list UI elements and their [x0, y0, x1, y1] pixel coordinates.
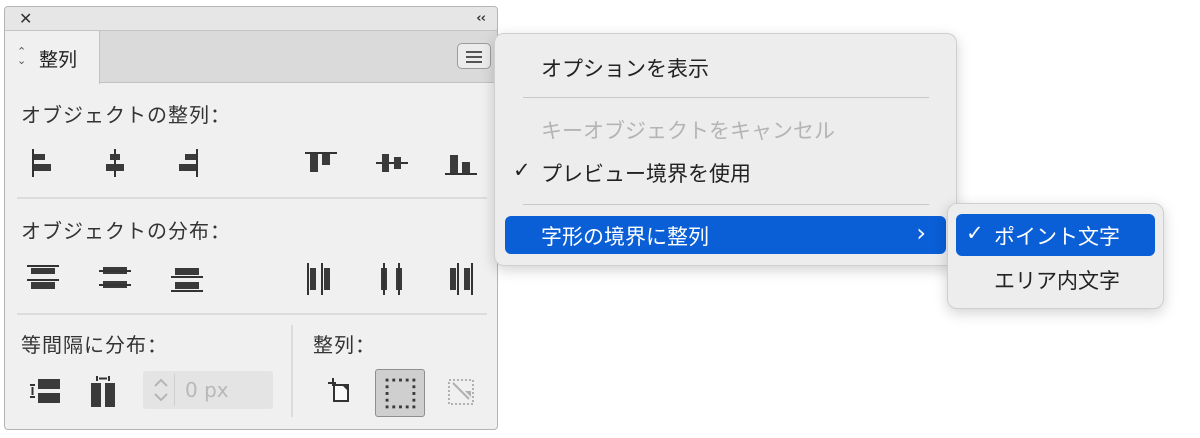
menu-separator — [523, 97, 929, 98]
align-to-key-object-button[interactable] — [375, 369, 425, 417]
align-vertical-center-icon — [376, 154, 408, 172]
align-panel: ✕ ‹‹ ⌃ ⌄ 整列 オブジェクトの整列： オブジェクトの分布： 等間隔に分布… — [4, 6, 498, 430]
chevron-right-icon: › — [916, 219, 926, 247]
distribute-right-button[interactable] — [441, 259, 481, 299]
distribute-bottom-icon — [171, 268, 203, 292]
align-to-artboard-button[interactable] — [319, 371, 359, 411]
horizontal-distribute-space-button[interactable] — [85, 373, 125, 413]
menu-item-align-glyph-bounds[interactable]: 字形の境界に整列 › — [505, 216, 946, 254]
horizontal-distribute-space-icon — [91, 376, 115, 407]
spacing-input[interactable]: 0 px — [143, 371, 273, 409]
panel-titlebar: ✕ ‹‹ — [5, 7, 497, 31]
menu-item-show-options[interactable]: オプションを表示 — [505, 48, 946, 86]
align-vertical-center-button[interactable] — [372, 143, 412, 183]
distribute-vertical-center-button[interactable] — [95, 259, 135, 299]
align-horizontal-center-button[interactable] — [95, 143, 135, 183]
align-to-selection-button[interactable] — [441, 371, 481, 411]
distribute-spacing-label: 等間隔に分布： — [21, 333, 168, 357]
distribute-right-icon — [450, 263, 473, 295]
key-object-icon — [385, 378, 416, 409]
align-bottom-icon — [445, 155, 477, 175]
align-objects-label: オブジェクトの整列： — [21, 103, 231, 127]
align-top-button[interactable] — [301, 143, 341, 183]
distribute-horizontal-center-icon — [381, 263, 402, 295]
distribute-objects-label: オブジェクトの分布： — [21, 219, 231, 243]
collapse-panel-icon[interactable]: ‹‹ — [476, 10, 486, 28]
menu-item-label: キーオブジェクトをキャンセル — [541, 119, 835, 143]
glyph-bounds-submenu: ✓ ポイント文字 エリア内文字 — [947, 203, 1164, 309]
submenu-item-label: エリア内文字 — [994, 269, 1120, 293]
menu-item-label: オプションを表示 — [541, 57, 709, 81]
align-left-button[interactable] — [23, 143, 63, 183]
spacing-value: 0 px — [185, 378, 229, 402]
align-right-button[interactable] — [167, 143, 207, 183]
submenu-item-area-text[interactable]: エリア内文字 — [956, 258, 1155, 300]
distribute-top-icon — [27, 265, 59, 289]
panel-menu-button[interactable] — [457, 43, 491, 69]
vertical-divider — [291, 325, 293, 417]
align-to-artboard-icon — [328, 378, 349, 402]
tab-align[interactable]: ⌃ ⌄ 整列 — [5, 31, 100, 84]
align-to-label: 整列： — [313, 333, 376, 357]
stepper-arrows-icon — [154, 378, 168, 402]
align-bottom-button[interactable] — [441, 143, 481, 183]
submenu-item-label: ポイント文字 — [994, 225, 1120, 249]
spacing-stepper[interactable] — [147, 374, 175, 406]
menu-separator — [523, 204, 929, 205]
menu-item-cancel-key-object: キーオブジェクトをキャンセル — [505, 110, 946, 148]
menu-item-label: プレビュー境界を使用 — [541, 162, 751, 186]
distribute-top-button[interactable] — [23, 259, 63, 299]
distribute-vertical-center-icon — [99, 267, 131, 288]
align-top-icon — [305, 152, 337, 172]
tab-label: 整列 — [39, 49, 78, 71]
hamburger-icon — [466, 51, 482, 53]
align-left-icon — [32, 149, 51, 177]
distribute-left-button[interactable] — [301, 259, 341, 299]
submenu-item-point-text[interactable]: ✓ ポイント文字 — [956, 214, 1155, 256]
align-to-selection-icon — [448, 379, 474, 405]
section-divider — [17, 313, 487, 315]
menu-item-label: 字形の境界に整列 — [541, 225, 709, 249]
panel-options-menu: オプションを表示 キーオブジェクトをキャンセル ✓ プレビュー境界を使用 字形の… — [494, 33, 957, 266]
close-icon[interactable]: ✕ — [19, 10, 32, 28]
tab-expand-icon[interactable]: ⌃ ⌄ — [17, 46, 26, 66]
vertical-distribute-space-icon — [30, 379, 60, 403]
menu-item-use-preview-bounds[interactable]: ✓ プレビュー境界を使用 — [505, 153, 946, 191]
distribute-horizontal-center-button[interactable] — [372, 259, 412, 299]
vertical-distribute-space-button[interactable] — [25, 373, 65, 413]
checkmark-icon: ✓ — [966, 221, 984, 245]
distribute-bottom-button[interactable] — [167, 259, 207, 299]
distribute-left-icon — [307, 263, 330, 295]
checkmark-icon: ✓ — [513, 158, 531, 182]
section-divider — [17, 197, 487, 199]
panel-tab-strip: ⌃ ⌄ 整列 — [5, 31, 497, 84]
align-right-icon — [179, 149, 198, 177]
align-horizontal-center-icon — [106, 149, 124, 177]
